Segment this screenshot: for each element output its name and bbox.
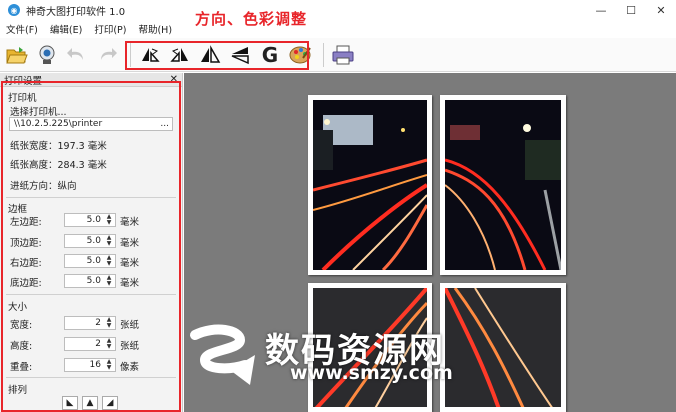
close-icon[interactable]: ✕ [646, 0, 676, 20]
photo-quadrant-top-right [445, 100, 561, 270]
watermark-logo-icon [190, 324, 255, 385]
app-icon: ◉ [8, 4, 20, 16]
photo-quadrant-bottom-right [445, 288, 561, 407]
page-tile[interactable] [308, 95, 432, 275]
redo-icon[interactable] [94, 42, 120, 68]
toolbar: G [0, 38, 676, 72]
menu-edit[interactable]: 编辑(E) [50, 22, 82, 36]
watermark-url: www.smzy.com [290, 362, 453, 384]
window-title: 神奇大图打印软件 1.0 [26, 6, 126, 18]
toolbar-separator [323, 42, 324, 67]
photo-quadrant-top-left [313, 100, 427, 270]
undo-icon[interactable] [64, 42, 90, 68]
maximize-icon[interactable]: ☐ [616, 0, 646, 20]
open-folder-icon[interactable] [4, 42, 30, 68]
menu-print[interactable]: 打印(P) [94, 22, 126, 36]
minimize-icon[interactable]: — [586, 0, 616, 20]
webcam-icon[interactable] [34, 42, 60, 68]
app-window: ◉ 神奇大图打印软件 1.0 — ☐ ✕ 文件(F) 编辑(E) 打印(P) 帮… [0, 0, 676, 412]
window-controls: — ☐ ✕ [586, 0, 676, 20]
page-tile[interactable] [440, 283, 566, 412]
title-bar: ◉ 神奇大图打印软件 1.0 — ☐ ✕ [0, 0, 676, 20]
menu-file[interactable]: 文件(F) [6, 22, 38, 36]
menu-help[interactable]: 帮助(H) [138, 22, 172, 36]
annotation-box-toolbar [125, 41, 309, 70]
annotation-box-panel [1, 81, 181, 412]
annotation-label: 方向、色彩调整 [195, 10, 308, 28]
printer-icon[interactable] [330, 42, 356, 68]
page-tile[interactable] [440, 95, 566, 275]
menu-bar: 文件(F) 编辑(E) 打印(P) 帮助(H) [0, 20, 676, 38]
